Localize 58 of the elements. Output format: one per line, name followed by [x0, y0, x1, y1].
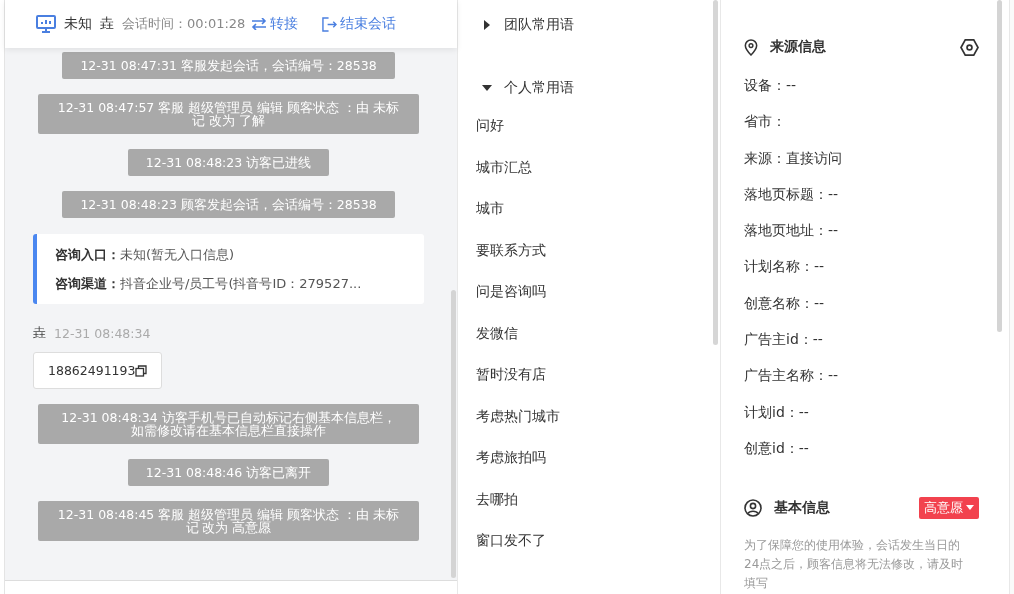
intent-tag-dropdown[interactable]: 高意愿: [919, 497, 979, 520]
info-field: 创意id：--: [744, 429, 1009, 467]
info-field: 计划id：--: [744, 393, 1009, 430]
info-field: 广告主名称：--: [744, 357, 1009, 394]
sender-name: 垚: [33, 324, 46, 342]
info-line: 咨询入口：未知(暂无入口信息): [55, 246, 236, 264]
message-time: 12-31 08:48:34: [54, 325, 151, 341]
phrase-item[interactable]: 城市汇总: [476, 146, 720, 188]
caret-down-icon: [966, 505, 974, 512]
monitor-icon: [36, 15, 56, 33]
phrase-item[interactable]: 发微信: [476, 312, 720, 354]
system-message: 12-31 08:47:57 客服 超级管理员 编辑 顾客状态 ：由 未标记 改为 了解: [38, 94, 419, 134]
phrase-item[interactable]: 要联系方式: [476, 229, 720, 271]
copy-icon[interactable]: [135, 364, 148, 377]
phrase-item[interactable]: 暂时没有店: [476, 354, 720, 396]
notice-text: 为了保障您的使用体验，会话发生当日的24点之后，顾客信息将无法修改，请及时填写: [744, 537, 965, 593]
swap-arrows-icon: [251, 18, 268, 30]
phrase-item[interactable]: 去哪拍: [476, 478, 720, 520]
info-field: 计划名称：--: [744, 248, 1009, 285]
scrollbar[interactable]: [997, 0, 1002, 332]
info-field: 来源：直接访问: [744, 139, 1009, 176]
group-header[interactable]: 团队常用语: [476, 8, 580, 42]
info-field: 广告主id：--: [744, 321, 1009, 358]
scrollbar[interactable]: [713, 0, 718, 345]
caret-right-icon: [482, 20, 492, 30]
phrase-item[interactable]: 城市: [476, 188, 720, 230]
system-message: 12-31 08:48:45 客服 超级管理员 编辑 顾客状态 ：由 未标记 改为 高意愿: [38, 501, 419, 541]
info-line: 咨询渠道：抖音企业号/员工号(抖音号ID：279527...: [55, 275, 363, 293]
info-field: 设备：--: [744, 67, 1009, 104]
settings-icon[interactable]: [960, 38, 979, 56]
transfer-button[interactable]: 转接: [251, 15, 299, 33]
phrase-item[interactable]: 考虑热门城市: [476, 395, 720, 437]
session-time: 会话时间：00:01:28: [122, 15, 246, 33]
exit-icon: [322, 16, 338, 32]
end-session-button[interactable]: 结束会话: [322, 15, 397, 33]
system-message: 12-31 08:47:31 客服发起会话，会话编号：28538: [62, 52, 395, 79]
system-message: 12-31 08:48:23 访客已进线: [127, 149, 330, 176]
section-title: 来源信息: [770, 38, 827, 56]
group-header[interactable]: 个人常用语: [476, 71, 580, 105]
message-bubble: 18862491193: [33, 352, 163, 389]
info-field: 落地页标题：--: [744, 175, 1009, 213]
phrase-item[interactable]: 问好: [476, 105, 720, 147]
info-field: 落地页地址：--: [744, 212, 1009, 249]
scrollbar[interactable]: [451, 290, 456, 578]
device-label: 未知: [64, 15, 92, 33]
location-pin-icon: [744, 38, 758, 56]
user-icon: [744, 499, 762, 518]
caret-down-icon: [482, 83, 492, 93]
phrase-item[interactable]: 窗口发不了: [476, 520, 720, 562]
phrase-item[interactable]: 考虑旅拍吗: [476, 437, 720, 479]
system-message: 12-31 08:48:34 访客手机号已自动标记右侧基本信息栏，如需修改请在基本信息栏直接操作: [38, 404, 419, 444]
phrase-item[interactable]: 问是咨询吗: [476, 271, 720, 313]
visitor-name: 垚: [100, 15, 114, 33]
info-field: 省市：: [744, 103, 1009, 140]
system-message: 12-31 08:48:46 访客已离开: [127, 459, 330, 486]
section-title: 基本信息: [774, 499, 831, 518]
system-message: 12-31 08:48:23 顾客发起会话，会话编号：28538: [62, 191, 395, 218]
info-field: 创意名称：--: [744, 284, 1009, 322]
